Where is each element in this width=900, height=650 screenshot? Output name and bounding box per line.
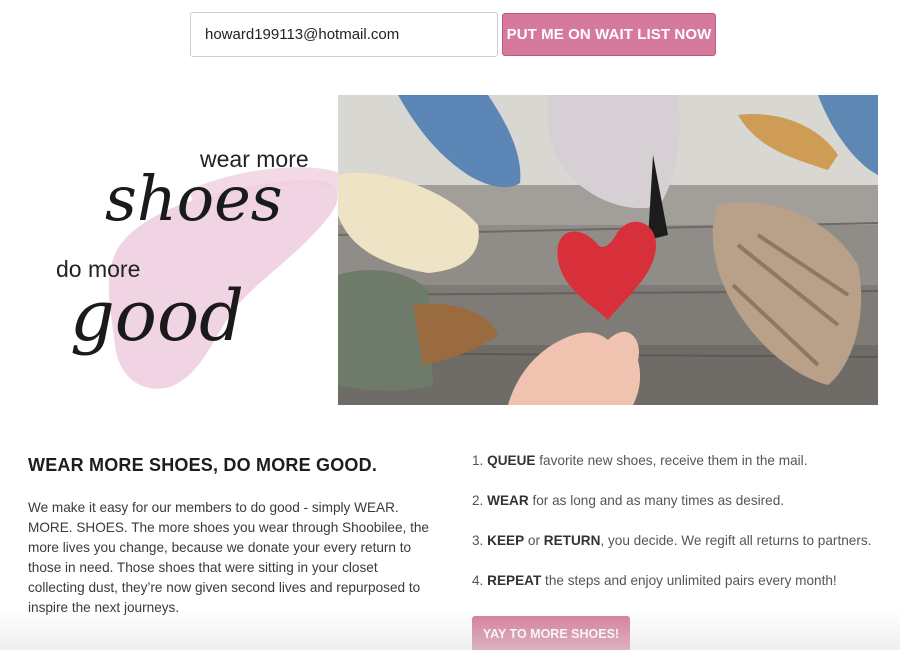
step-item: 2. WEAR for as long and as many times as…: [472, 493, 785, 508]
email-field[interactable]: [190, 12, 498, 57]
steps-section: 1. QUEUE favorite new shoes, receive the…: [472, 452, 882, 650]
hero-logo: wear more shoes do more good: [0, 95, 354, 405]
step-item: 3. KEEP or RETURN, you decide. We regift…: [472, 533, 872, 548]
step-item: 4. REPEAT the steps and enjoy unlimited …: [472, 573, 837, 588]
waitlist-form: PUT ME ON WAIT LIST NOW: [190, 12, 716, 57]
step-item: 1. QUEUE favorite new shoes, receive the…: [472, 453, 808, 468]
intro-section: WEAR MORE SHOES, DO MORE GOOD. We make i…: [28, 455, 438, 618]
intro-paragraph: We make it easy for our members to do go…: [28, 500, 429, 615]
steps-list: 1. QUEUE favorite new shoes, receive the…: [472, 452, 882, 612]
tagline-good: good: [70, 275, 244, 357]
tagline-shoes: shoes: [105, 162, 283, 235]
waitlist-button[interactable]: PUT ME ON WAIT LIST NOW: [502, 13, 716, 56]
hero-photo: [338, 95, 878, 405]
section-title: WEAR MORE SHOES, DO MORE GOOD.: [28, 455, 378, 475]
cta-button[interactable]: YAY TO MORE SHOES!: [472, 616, 630, 650]
